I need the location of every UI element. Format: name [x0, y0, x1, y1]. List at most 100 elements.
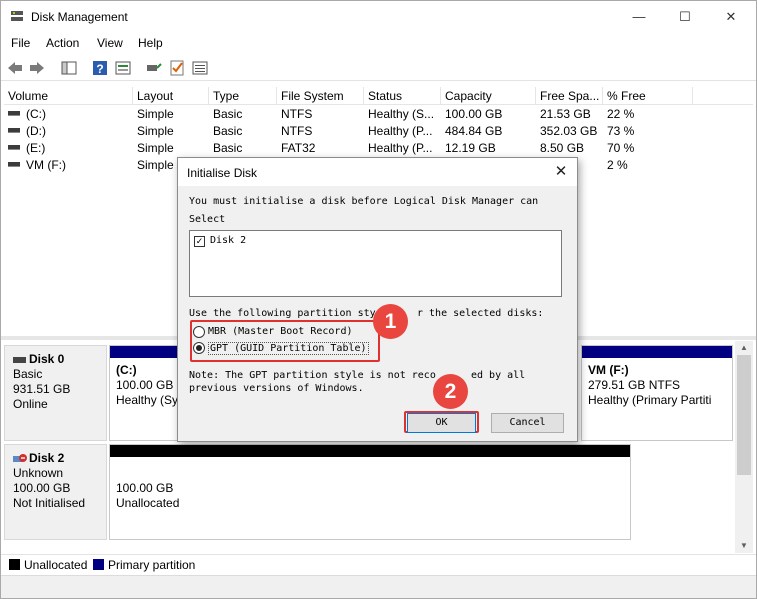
menu-view[interactable]: View [97, 36, 123, 50]
column-free-space[interactable]: Free Spa... [536, 87, 603, 105]
disk-2-state: Not Initialised [13, 496, 86, 510]
free-space-cell: 8.50 GB [540, 141, 585, 155]
back-arrow-icon[interactable] [6, 59, 24, 77]
volume-list-header: Volume Layout Type File System Status Ca… [4, 87, 753, 105]
note-line-1-end: ed by all [471, 370, 526, 381]
maximize-button[interactable]: ☐ [662, 1, 708, 33]
capacity-cell: 12.19 GB [445, 141, 496, 155]
partition-c[interactable]: (C:) 100.00 GB NTFS Healthy (Sys [109, 345, 179, 441]
console-tree-icon[interactable] [60, 59, 78, 77]
toolbar: ? [1, 56, 756, 81]
partition-style-prompt-start: Use the following partition sty [189, 308, 376, 319]
unallocated-label: Unallocated [116, 496, 180, 510]
legend-primary-partition: Primary partition [108, 558, 196, 572]
disk-2-item-label: Disk 2 [210, 235, 247, 246]
disk-0-name: Disk 0 [29, 352, 65, 366]
scrollbar-thumb[interactable] [737, 355, 751, 475]
column-file-system[interactable]: File System [277, 87, 364, 105]
table-row[interactable]: (E:) Simple Basic FAT32 Healthy (P... 12… [4, 140, 753, 157]
status-bar [1, 575, 756, 598]
unallocated-bar [110, 445, 630, 457]
disk-icon [13, 357, 26, 364]
percent-free-cell: 2 % [607, 158, 628, 172]
free-space-cell: 21.53 GB [540, 107, 591, 121]
percent-free-cell: 22 % [607, 107, 635, 121]
table-row[interactable]: (C:) Simple Basic NTFS Healthy (S... 100… [4, 106, 753, 123]
gpt-option-label[interactable]: GPT (GUID Partition Table) [208, 342, 369, 355]
capacity-cell: 484.84 GB [445, 124, 503, 138]
primary-partition-bar [110, 346, 178, 358]
type-cell: Basic [213, 141, 243, 155]
percent-free-cell: 73 % [607, 124, 635, 138]
column-layout[interactable]: Layout [133, 87, 209, 105]
status-cell: Healthy (P... [368, 124, 433, 138]
note-line-2: previous versions of Windows. [189, 383, 364, 394]
svg-text:?: ? [96, 62, 103, 76]
menu-action[interactable]: Action [46, 36, 79, 50]
partition-unallocated[interactable]: 100.00 GB Unallocated [109, 444, 631, 540]
disk-2-name: Disk 2 [29, 451, 65, 465]
legend: Unallocated Primary partition [1, 554, 756, 574]
partition-c-label: (C:) [116, 363, 137, 377]
disk-2-size: 100.00 GB [13, 481, 71, 495]
disk-management-icon [11, 11, 23, 21]
dialog-close-button[interactable]: ✕ [549, 160, 573, 184]
volume-icon [8, 162, 20, 168]
volume-icon [8, 128, 20, 134]
disk-select-list: ✓ Disk 2 [189, 230, 562, 297]
note-line-1-start: Note: The GPT partition style is not rec… [189, 370, 436, 381]
dialog-intro-text: You must initialise a disk before Logica… [189, 196, 539, 207]
disk-0-kind: Basic [13, 367, 43, 381]
disk-0-state: Online [13, 397, 48, 411]
column-volume[interactable]: Volume [4, 87, 133, 105]
window-title: Disk Management [31, 10, 128, 24]
volume-name: VM (F:) [26, 158, 66, 172]
layout-cell: Simple [137, 124, 174, 138]
mbr-radio[interactable] [193, 326, 205, 338]
ok-button[interactable]: OK [407, 413, 476, 433]
check-icon[interactable] [168, 59, 186, 77]
gpt-radio[interactable] [193, 342, 205, 354]
disk-0-label[interactable]: Disk 0 Basic 931.51 GB Online [4, 345, 107, 441]
column-percent-free[interactable]: % Free [603, 87, 693, 105]
legend-unallocated: Unallocated [24, 558, 88, 572]
partition-f[interactable]: VM (F:) 279.51 GB NTFS Healthy (Primary … [581, 345, 733, 441]
help-icon[interactable]: ? [91, 59, 109, 77]
primary-partition-bar [582, 346, 732, 358]
menu-help[interactable]: Help [138, 36, 163, 50]
table-row[interactable]: (D:) Simple Basic NTFS Healthy (P... 484… [4, 123, 753, 140]
menu-file[interactable]: File [11, 36, 30, 50]
title-bar: Disk Management — ☐ ✕ [1, 1, 756, 33]
status-cell: Healthy (S... [368, 107, 435, 121]
disk-2-label[interactable]: Disk 2 Unknown 100.00 GB Not Initialised [4, 444, 107, 540]
list-icon[interactable] [191, 59, 209, 77]
forward-arrow-icon[interactable] [28, 59, 46, 77]
column-type[interactable]: Type [209, 87, 277, 105]
close-button[interactable]: ✕ [708, 1, 754, 33]
partition-f-status: Healthy (Primary Partiti [588, 393, 712, 407]
select-disks-label: Select [189, 214, 226, 225]
primary-partition-swatch [93, 559, 104, 570]
menu-bar: File Action View Help [1, 33, 756, 55]
mbr-option-label[interactable]: MBR (Master Boot Record) [208, 326, 353, 337]
graphical-view-scrollbar[interactable]: ▲ ▼ [735, 341, 753, 553]
scroll-up-icon[interactable]: ▲ [735, 341, 753, 355]
type-cell: Basic [213, 124, 243, 138]
column-capacity[interactable]: Capacity [441, 87, 536, 105]
free-space-cell: 352.03 GB [540, 124, 598, 138]
type-cell: Basic [213, 107, 243, 121]
partition-c-status: Healthy (Sys [116, 393, 178, 407]
capacity-cell: 100.00 GB [445, 107, 503, 121]
volume-icon [8, 145, 20, 151]
minimize-button[interactable]: — [616, 1, 662, 33]
layout-cell: Simple [137, 141, 174, 155]
scroll-down-icon[interactable]: ▼ [735, 539, 753, 553]
cancel-button[interactable]: Cancel [491, 413, 564, 433]
properties-icon[interactable] [114, 59, 132, 77]
disk-2-checkbox[interactable]: ✓ [194, 236, 205, 247]
file-system-cell: NTFS [281, 107, 313, 121]
connect-icon[interactable] [145, 59, 163, 77]
volume-name: (D:) [26, 124, 46, 138]
percent-free-cell: 70 % [607, 141, 635, 155]
column-status[interactable]: Status [364, 87, 441, 105]
